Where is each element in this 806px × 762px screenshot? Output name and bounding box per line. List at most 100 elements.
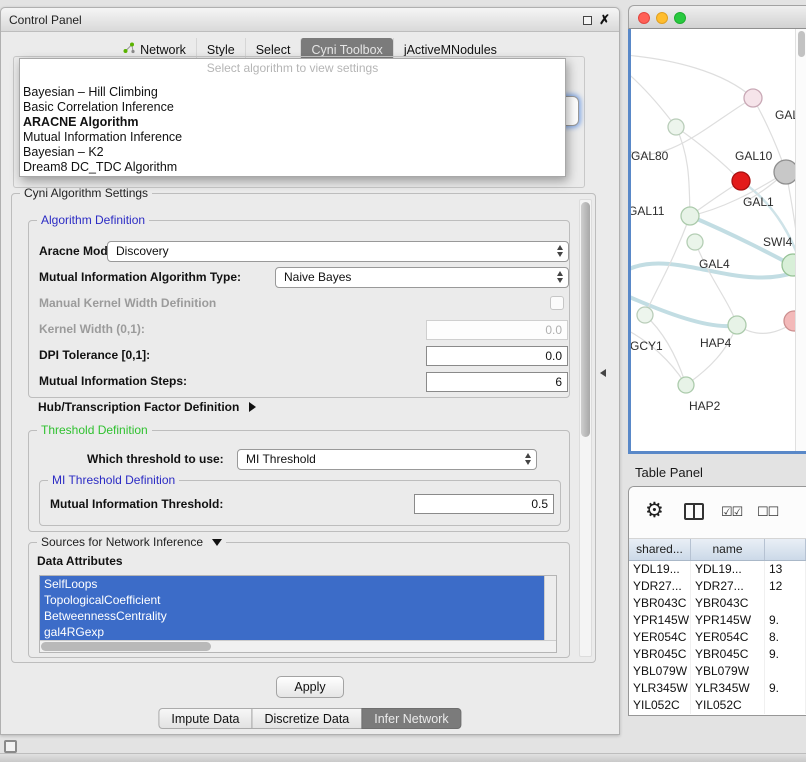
table-cell: 9. xyxy=(765,680,806,697)
table-cell: 8. xyxy=(765,629,806,646)
node-gal11[interactable] xyxy=(681,207,699,225)
node-hap2[interactable] xyxy=(678,377,694,393)
which-threshold-select[interactable]: MI Threshold xyxy=(237,449,537,470)
node-gcy1[interactable] xyxy=(637,307,653,323)
mi-type-select[interactable]: Naive Bayes xyxy=(275,267,569,288)
table-row[interactable]: YDL19...YDL19...13 xyxy=(629,561,806,578)
data-attributes-list[interactable]: SelfLoopsTopologicalCoefficientBetweenne… xyxy=(39,575,557,653)
table-cell: YIL052C xyxy=(691,697,765,714)
float-window-icon[interactable] xyxy=(583,16,592,25)
network-edge[interactable] xyxy=(631,55,753,98)
hub-section-toggle[interactable]: Hub/Transcription Factor Definition xyxy=(38,400,256,414)
which-threshold-value: MI Threshold xyxy=(246,452,316,466)
apply-button[interactable]: Apply xyxy=(276,676,344,698)
network-canvas[interactable]: GALGAL80GAL10GAL11GAL1SWI4GAL4GCY1HAP4HA… xyxy=(628,29,806,454)
tab-label: Select xyxy=(256,43,291,57)
node-mid[interactable] xyxy=(728,316,746,334)
dpi-tolerance-field[interactable]: 0.0 xyxy=(426,346,568,366)
node-gal4[interactable] xyxy=(687,234,703,250)
algorithm-option-basic-correlation-inference[interactable]: Basic Correlation Inference xyxy=(20,100,565,115)
algorithm-dropdown-popup: Select algorithm to view settings Bayesi… xyxy=(19,58,566,177)
table-body: YDL19...YDL19...13YDR27...YDR27...12YBR0… xyxy=(629,561,806,714)
network-edge[interactable] xyxy=(631,98,753,154)
network-edge[interactable] xyxy=(686,325,737,385)
network-graph[interactable]: GALGAL80GAL10GAL11GAL1SWI4GAL4GCY1HAP4HA… xyxy=(631,29,795,451)
attribute-item-topologicalcoefficient[interactable]: TopologicalCoefficient xyxy=(40,592,544,608)
table-row[interactable]: YBR043CYBR043C xyxy=(629,595,806,612)
mi-threshold-definition-group: MI Threshold Definition Mutual Informati… xyxy=(39,480,561,526)
data-attributes-label: Data Attributes xyxy=(37,551,123,572)
close-icon[interactable]: ✗ xyxy=(599,12,610,28)
column-selector-icon[interactable] xyxy=(684,503,704,520)
close-traffic-light[interactable] xyxy=(638,12,650,24)
bottom-tab-infer-network[interactable]: Infer Network xyxy=(361,708,461,729)
settings-group-title: Cyni Algorithm Settings xyxy=(20,186,152,200)
mi-steps-label: Mutual Information Steps: xyxy=(39,371,187,392)
table-row[interactable]: YLR345WYLR345W9. xyxy=(629,680,806,697)
table-cell: YLR345W xyxy=(629,680,691,697)
threshold-definition-title: Threshold Definition xyxy=(37,423,152,437)
column-header-name[interactable]: name xyxy=(691,539,765,560)
node-pink-top[interactable] xyxy=(744,89,762,107)
combo-arrows-icon xyxy=(557,245,563,257)
settings-scrollbar[interactable] xyxy=(579,199,592,657)
table-panel-window: ⚙ ☑☑ ☐☐ shared...name YDL19...YDL19...13… xyxy=(628,486,806,716)
node-gal80[interactable] xyxy=(668,119,684,135)
window-title: Control Panel xyxy=(9,13,82,27)
column-header-2[interactable] xyxy=(765,539,806,560)
node-red[interactable] xyxy=(732,172,750,190)
algorithm-option-mutual-information-inference[interactable]: Mutual Information Inference xyxy=(20,130,565,145)
attribute-item-gal4rgexp[interactable]: gal4RGexp xyxy=(40,624,544,640)
table-row[interactable]: YER054CYER054C8. xyxy=(629,629,806,646)
mi-threshold-field[interactable]: 0.5 xyxy=(414,494,554,514)
dpi-tolerance-label: DPI Tolerance [0,1]: xyxy=(39,345,150,366)
attribute-item-selfloops[interactable]: SelfLoops xyxy=(40,576,544,592)
network-edge[interactable] xyxy=(695,242,737,325)
algorithm-option-bayesian-hill-climbing[interactable]: Bayesian – Hill Climbing xyxy=(20,85,565,100)
algorithm-option-dream8-dc-tdc-algorithm[interactable]: Dream8 DC_TDC Algorithm xyxy=(20,160,565,175)
table-cell: YPR145W xyxy=(691,612,765,629)
table-cell: YPR145W xyxy=(629,612,691,629)
table-cell: 9. xyxy=(765,612,806,629)
dropdown-placeholder: Select algorithm to view settings xyxy=(20,59,565,75)
table-cell: YDL19... xyxy=(691,561,765,578)
network-edge[interactable] xyxy=(631,71,676,127)
attributes-horizontal-scrollbar[interactable] xyxy=(40,640,556,652)
table-row[interactable]: YIL052CYIL052C xyxy=(629,697,806,714)
minimize-traffic-light[interactable] xyxy=(656,12,668,24)
bottom-tab-discretize-data[interactable]: Discretize Data xyxy=(252,708,363,729)
attribute-item-betweennesscentrality[interactable]: BetweennessCentrality xyxy=(40,608,544,624)
sources-group: Sources for Network Inference Data Attri… xyxy=(28,542,570,658)
splitter-collapse-icon[interactable] xyxy=(600,369,606,377)
attributes-vertical-scrollbar[interactable] xyxy=(544,576,556,642)
mi-steps-field[interactable]: 6 xyxy=(426,372,568,392)
control-panel-titlebar: Control Panel ✗ xyxy=(1,8,619,32)
table-row[interactable]: YBL079WYBL079W xyxy=(629,663,806,680)
gear-icon[interactable]: ⚙ xyxy=(645,499,664,523)
column-header-shared[interactable]: shared... xyxy=(629,539,691,560)
network-edge[interactable] xyxy=(631,329,686,385)
column-divider xyxy=(693,505,695,518)
restore-panel-icon[interactable] xyxy=(4,740,17,753)
bottom-tab-impute-data[interactable]: Impute Data xyxy=(158,708,252,729)
kernel-width-field: 0.0 xyxy=(426,320,568,340)
node-swi4[interactable] xyxy=(782,254,795,276)
deselect-all-icon[interactable]: ☐☐ xyxy=(757,504,778,520)
select-all-icon[interactable]: ☑☑ xyxy=(721,504,742,520)
scrollbar-thumb[interactable] xyxy=(798,31,805,57)
node-label-swi4: SWI4 xyxy=(763,235,793,249)
node-label-hap4: HAP4 xyxy=(700,336,732,350)
scrollbar-thumb[interactable] xyxy=(41,642,211,651)
table-row[interactable]: YBR045CYBR045C9. xyxy=(629,646,806,663)
mi-type-label: Mutual Information Algorithm Type: xyxy=(39,267,241,288)
table-row[interactable]: YDR27...YDR27...12 xyxy=(629,578,806,595)
table-row[interactable]: YPR145WYPR145W9. xyxy=(629,612,806,629)
aracne-mode-select[interactable]: Discovery xyxy=(107,241,569,262)
sources-group-toggle[interactable]: Sources for Network Inference xyxy=(37,535,226,549)
network-scrollbar[interactable] xyxy=(795,29,806,451)
node-gal10[interactable] xyxy=(774,160,795,184)
algorithm-option-aracne-algorithm[interactable]: ARACNE Algorithm xyxy=(20,115,565,130)
zoom-traffic-light[interactable] xyxy=(674,12,686,24)
scrollbar-thumb[interactable] xyxy=(581,202,590,437)
algorithm-option-bayesian-k2[interactable]: Bayesian – K2 xyxy=(20,145,565,160)
